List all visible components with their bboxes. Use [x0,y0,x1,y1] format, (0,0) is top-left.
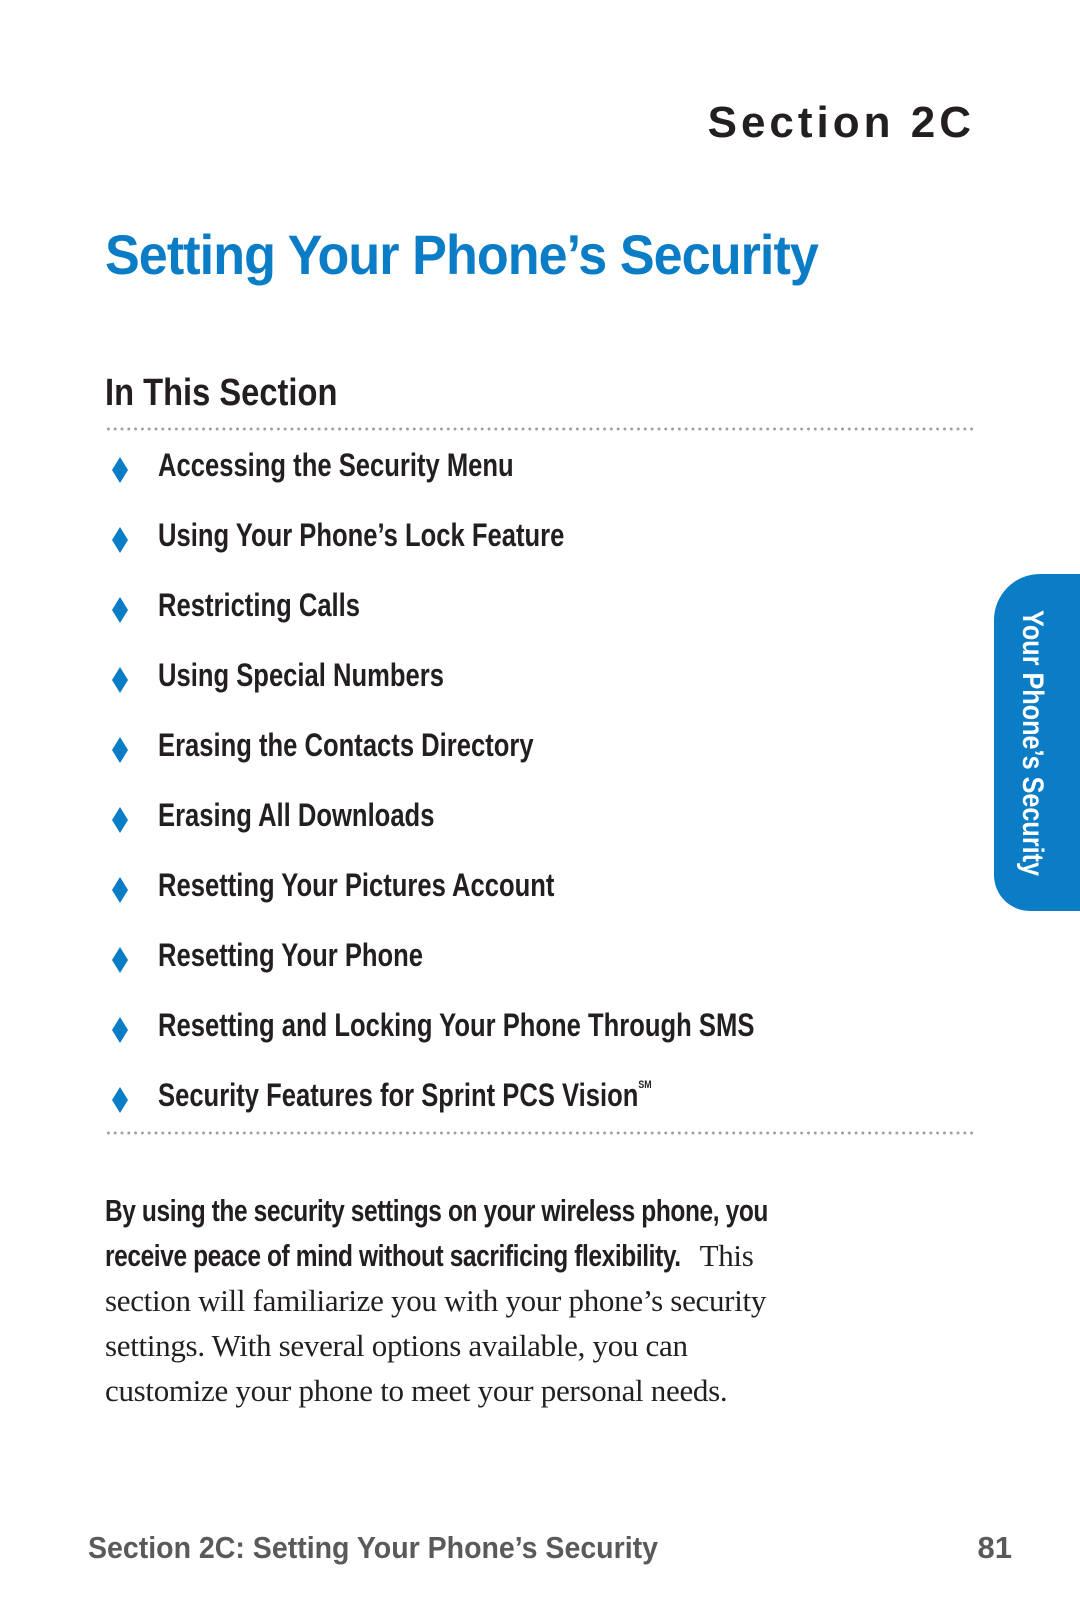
intro-line: By using the security settings on your w… [105,1188,895,1233]
list-item: Using Special Numbers [105,657,444,727]
side-tab-label: Your Phone’s Security [1016,609,1049,876]
list-item: Resetting Your Pictures Account [105,867,554,937]
toc-link-label: Resetting and Locking Your Phone Through… [158,1007,755,1043]
intro-body-text: customize your phone to meet your person… [105,1373,728,1408]
intro-body-text: This [692,1238,754,1273]
diamond-bullet-icon [110,595,130,625]
toc-link[interactable]: Accessing the Security Menu [158,447,514,484]
diamond-bullet-icon [110,665,130,695]
toc-link[interactable]: Erasing the Contacts Directory [158,727,534,764]
diamond-bullet-icon [110,455,130,485]
intro-bold-text: receive peace of mind without sacrificin… [105,1238,681,1273]
toc-link-label: Security Features for Sprint PCS Vision [158,1077,639,1113]
page-title: Setting Your Phone’s Security [105,223,819,286]
intro-body-text: settings. With several options available… [105,1328,688,1363]
page-number: 81 [977,1530,1012,1565]
list-item: Resetting and Locking Your Phone Through… [105,1007,754,1077]
diamond-bullet-icon [110,525,130,555]
toc-link[interactable]: Restricting Calls [158,587,360,624]
toc-link[interactable]: Resetting Your Phone [158,937,423,974]
diamond-bullet-icon [110,1085,130,1115]
toc-link[interactable]: Using Special Numbers [158,657,444,694]
list-item: Using Your Phone’s Lock Feature [105,517,564,587]
toc-link-label: Using Your Phone’s Lock Feature [158,517,565,553]
toc-link-label: Using Special Numbers [158,657,444,693]
toc-link[interactable]: Security Features for Sprint PCS VisionS… [158,1077,652,1114]
toc-link[interactable]: Resetting Your Pictures Account [158,867,554,904]
section-label: Section 2C [707,98,975,147]
dotted-divider-bottom [105,1131,975,1135]
service-mark: SM [638,1079,652,1092]
toc-link-label: Erasing All Downloads [158,797,435,833]
intro-body-text: section will familiarize you with your p… [105,1283,767,1318]
intro-bold-text: By using the security settings on your w… [105,1193,768,1228]
toc-link-label: Resetting Your Phone [158,937,424,973]
list-item: Erasing the Contacts Directory [105,727,534,797]
diamond-bullet-icon [110,1015,130,1045]
intro-paragraph: By using the security settings on your w… [105,1188,895,1413]
list-item: Erasing All Downloads [105,797,434,867]
diamond-bullet-icon [110,945,130,975]
footer-running-title: Section 2C: Setting Your Phone’s Securit… [88,1530,658,1565]
dotted-divider-top [105,427,975,431]
section-contents-list: Accessing the Security Menu Using Your P… [105,447,754,1147]
diamond-bullet-icon [110,805,130,835]
in-this-section-heading: In This Section [105,372,338,414]
toc-link-label: Restricting Calls [158,587,361,623]
toc-link[interactable]: Resetting and Locking Your Phone Through… [158,1007,754,1044]
list-item: Accessing the Security Menu [105,447,514,517]
toc-link-label: Erasing the Contacts Directory [158,727,534,763]
list-item: Resetting Your Phone [105,937,423,1007]
diamond-bullet-icon [110,875,130,905]
list-item: Security Features for Sprint PCS VisionS… [105,1077,652,1147]
toc-link-label: Accessing the Security Menu [158,447,514,483]
toc-link[interactable]: Erasing All Downloads [158,797,434,834]
toc-link[interactable]: Using Your Phone’s Lock Feature [158,517,564,554]
section-side-tab[interactable]: Your Phone’s Security [994,574,1080,911]
diamond-bullet-icon [110,735,130,765]
toc-link-label: Resetting Your Pictures Account [158,867,555,903]
intro-line: receive peace of mind without sacrificin… [105,1233,895,1278]
list-item: Restricting Calls [105,587,360,657]
